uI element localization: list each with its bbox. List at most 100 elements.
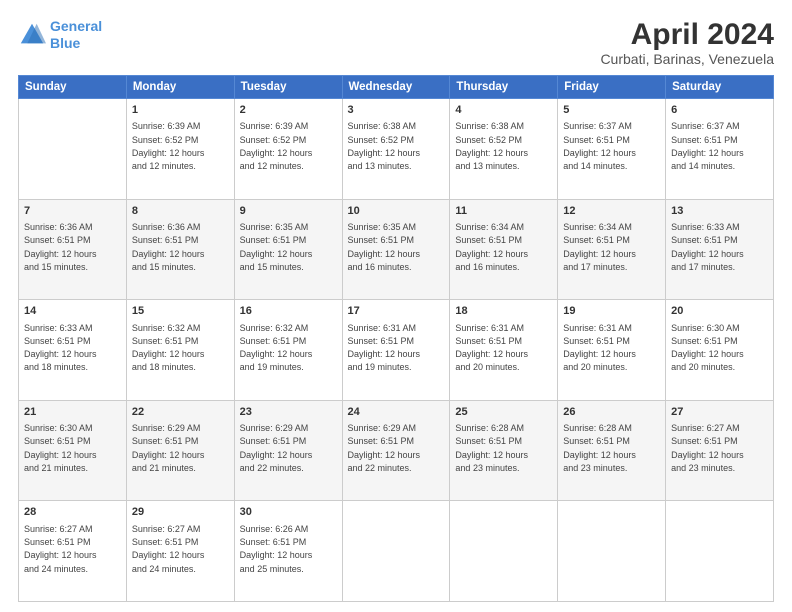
weekday-header: Friday [558, 76, 666, 99]
calendar-cell: 27Sunrise: 6:27 AMSunset: 6:51 PMDayligh… [666, 400, 774, 501]
calendar-cell: 11Sunrise: 6:34 AMSunset: 6:51 PMDayligh… [450, 199, 558, 300]
cell-info-line: Sunrise: 6:35 AM [240, 222, 309, 232]
logo-text: General Blue [50, 18, 102, 52]
cell-info-line: Sunrise: 6:28 AM [455, 423, 524, 433]
cell-info-line: and 23 minutes. [563, 463, 627, 473]
day-number: 5 [563, 103, 660, 118]
title-block: April 2024 Curbati, Barinas, Venezuela [600, 18, 774, 67]
cell-info-line: and 16 minutes. [455, 262, 519, 272]
cell-info-line: and 15 minutes. [24, 262, 88, 272]
cell-info-line: Daylight: 12 hours [348, 148, 421, 158]
cell-info-line: and 19 minutes. [348, 362, 412, 372]
cell-info-line: and 20 minutes. [455, 362, 519, 372]
calendar-cell: 19Sunrise: 6:31 AMSunset: 6:51 PMDayligh… [558, 300, 666, 401]
cell-info-line: and 16 minutes. [348, 262, 412, 272]
cell-info-line: Sunset: 6:51 PM [24, 336, 91, 346]
calendar-cell [450, 501, 558, 602]
cell-info-line: Sunrise: 6:37 AM [563, 121, 632, 131]
calendar-cell: 7Sunrise: 6:36 AMSunset: 6:51 PMDaylight… [19, 199, 127, 300]
cell-info-line: and 24 minutes. [132, 564, 196, 574]
day-number: 11 [455, 204, 552, 219]
calendar-cell: 13Sunrise: 6:33 AMSunset: 6:51 PMDayligh… [666, 199, 774, 300]
calendar-cell: 10Sunrise: 6:35 AMSunset: 6:51 PMDayligh… [342, 199, 450, 300]
cell-info-line: and 12 minutes. [132, 161, 196, 171]
cell-info-line: Daylight: 12 hours [348, 450, 421, 460]
cell-info-line: Daylight: 12 hours [671, 450, 744, 460]
header: General Blue April 2024 Curbati, Barinas… [18, 18, 774, 67]
cell-info-line: Daylight: 12 hours [240, 550, 313, 560]
cell-info-line: Sunrise: 6:38 AM [455, 121, 524, 131]
cell-info-line: Daylight: 12 hours [455, 349, 528, 359]
cell-info-line: Daylight: 12 hours [455, 450, 528, 460]
cell-info-line: Daylight: 12 hours [455, 148, 528, 158]
cell-info-line: Sunset: 6:51 PM [455, 235, 522, 245]
calendar-cell: 5Sunrise: 6:37 AMSunset: 6:51 PMDaylight… [558, 99, 666, 200]
cell-info-line: and 18 minutes. [24, 362, 88, 372]
calendar-cell: 2Sunrise: 6:39 AMSunset: 6:52 PMDaylight… [234, 99, 342, 200]
cell-info-line: and 15 minutes. [240, 262, 304, 272]
calendar-cell [19, 99, 127, 200]
day-number: 23 [240, 405, 337, 420]
day-number: 9 [240, 204, 337, 219]
cell-info-line: Sunrise: 6:27 AM [24, 524, 93, 534]
day-number: 15 [132, 304, 229, 319]
cell-info-line: Sunset: 6:51 PM [24, 235, 91, 245]
cell-info-line: Daylight: 12 hours [24, 550, 97, 560]
calendar-table: SundayMondayTuesdayWednesdayThursdayFrid… [18, 75, 774, 602]
calendar-cell: 15Sunrise: 6:32 AMSunset: 6:51 PMDayligh… [126, 300, 234, 401]
cell-info-line: and 20 minutes. [563, 362, 627, 372]
cell-info-line: Sunrise: 6:39 AM [132, 121, 201, 131]
cell-info-line: Sunrise: 6:29 AM [348, 423, 417, 433]
calendar-cell [666, 501, 774, 602]
calendar-cell: 14Sunrise: 6:33 AMSunset: 6:51 PMDayligh… [19, 300, 127, 401]
day-number: 6 [671, 103, 768, 118]
cell-info-line: and 21 minutes. [132, 463, 196, 473]
logo-line2: Blue [50, 35, 80, 51]
cell-info-line: Sunrise: 6:31 AM [348, 323, 417, 333]
cell-info-line: Daylight: 12 hours [132, 550, 205, 560]
cell-info-line: and 21 minutes. [24, 463, 88, 473]
weekday-header: Tuesday [234, 76, 342, 99]
cell-info-line: Daylight: 12 hours [24, 249, 97, 259]
day-number: 27 [671, 405, 768, 420]
calendar-cell: 1Sunrise: 6:39 AMSunset: 6:52 PMDaylight… [126, 99, 234, 200]
calendar-week-row: 1Sunrise: 6:39 AMSunset: 6:52 PMDaylight… [19, 99, 774, 200]
cell-info-line: Daylight: 12 hours [671, 249, 744, 259]
cell-info-line: Sunrise: 6:27 AM [671, 423, 740, 433]
weekday-header: Thursday [450, 76, 558, 99]
cell-info-line: Sunrise: 6:33 AM [671, 222, 740, 232]
cell-info-line: and 13 minutes. [455, 161, 519, 171]
cell-info-line: Sunset: 6:51 PM [563, 135, 630, 145]
calendar-cell: 6Sunrise: 6:37 AMSunset: 6:51 PMDaylight… [666, 99, 774, 200]
cell-info-line: Sunset: 6:52 PM [348, 135, 415, 145]
cell-info-line: Daylight: 12 hours [671, 148, 744, 158]
cell-info-line: Sunrise: 6:32 AM [132, 323, 201, 333]
cell-info-line: Daylight: 12 hours [132, 349, 205, 359]
calendar-cell: 22Sunrise: 6:29 AMSunset: 6:51 PMDayligh… [126, 400, 234, 501]
weekday-header: Monday [126, 76, 234, 99]
day-number: 17 [348, 304, 445, 319]
cell-info-line: Sunset: 6:51 PM [563, 436, 630, 446]
cell-info-line: Daylight: 12 hours [563, 249, 636, 259]
cell-info-line: Daylight: 12 hours [563, 450, 636, 460]
cell-info-line: Daylight: 12 hours [240, 249, 313, 259]
cell-info-line: Sunset: 6:51 PM [563, 336, 630, 346]
calendar-cell [558, 501, 666, 602]
cell-info-line: Sunrise: 6:31 AM [563, 323, 632, 333]
cell-info-line: and 14 minutes. [563, 161, 627, 171]
cell-info-line: Daylight: 12 hours [563, 349, 636, 359]
calendar-cell: 21Sunrise: 6:30 AMSunset: 6:51 PMDayligh… [19, 400, 127, 501]
cell-info-line: Sunrise: 6:32 AM [240, 323, 309, 333]
day-number: 16 [240, 304, 337, 319]
day-number: 18 [455, 304, 552, 319]
cell-info-line: Sunset: 6:51 PM [563, 235, 630, 245]
day-number: 24 [348, 405, 445, 420]
weekday-header: Saturday [666, 76, 774, 99]
cell-info-line: Sunrise: 6:31 AM [455, 323, 524, 333]
cell-info-line: Sunrise: 6:26 AM [240, 524, 309, 534]
day-number: 20 [671, 304, 768, 319]
cell-info-line: Sunset: 6:51 PM [240, 336, 307, 346]
calendar-cell: 17Sunrise: 6:31 AMSunset: 6:51 PMDayligh… [342, 300, 450, 401]
cell-info-line: Daylight: 12 hours [240, 450, 313, 460]
cell-info-line: Daylight: 12 hours [24, 450, 97, 460]
